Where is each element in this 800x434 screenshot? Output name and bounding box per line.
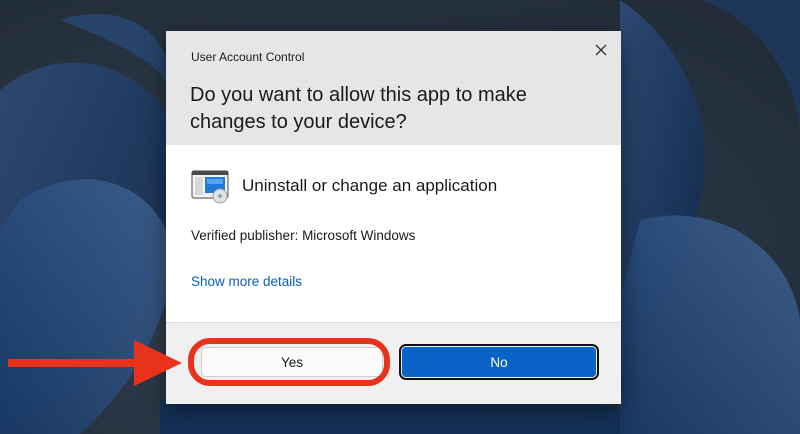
dialog-title: User Account Control [191, 50, 305, 64]
uac-dialog: User Account Control Do you want to allo… [166, 31, 621, 404]
dialog-question: Do you want to allow this app to make ch… [190, 84, 527, 133]
yes-button[interactable]: Yes [201, 347, 383, 377]
dialog-header: User Account Control Do you want to allo… [166, 31, 621, 145]
show-more-details-link[interactable]: Show more details [191, 274, 302, 289]
arrow-right-icon [8, 340, 182, 386]
app-name: Uninstall or change an application [242, 176, 498, 195]
dialog-footer: Yes No [166, 322, 621, 404]
control-panel-icon [191, 170, 229, 204]
desktop: User Account Control Do you want to allo… [0, 0, 800, 434]
no-button[interactable]: No [399, 344, 599, 380]
close-button[interactable] [588, 37, 614, 63]
publisher-text: Verified publisher: Microsoft Windows [191, 228, 416, 243]
close-icon [595, 44, 607, 56]
